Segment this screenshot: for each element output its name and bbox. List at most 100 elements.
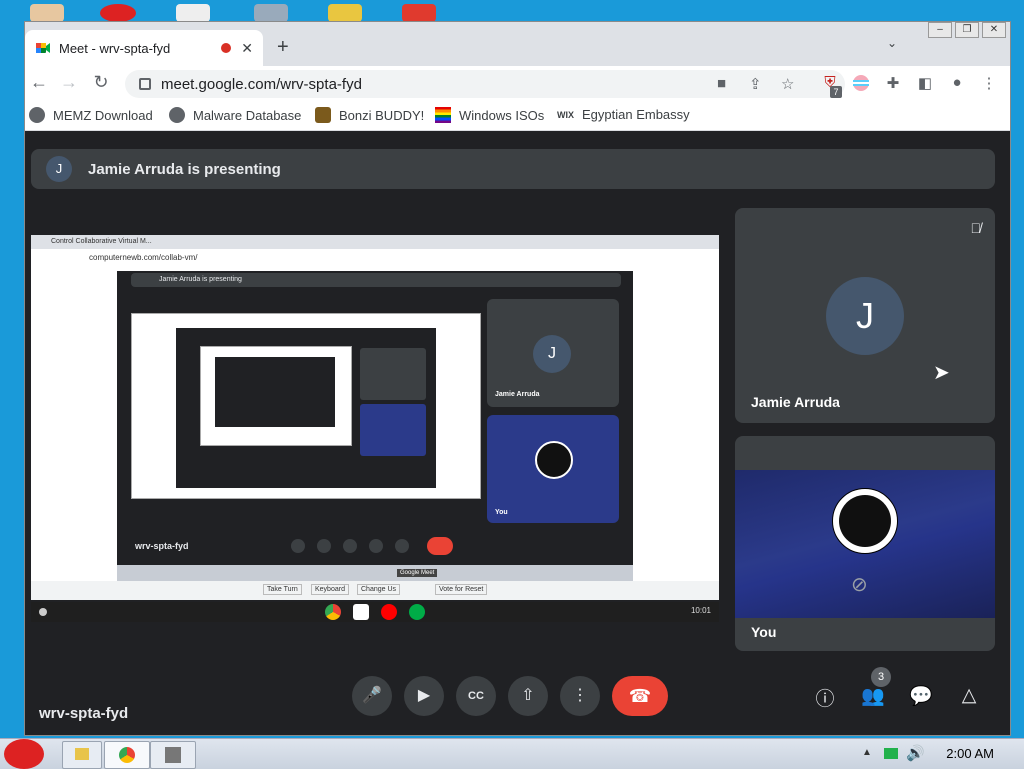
url-text[interactable]: meet.google.com/wrv-spta-fyd	[161, 76, 362, 93]
tile-jamie-arruda[interactable]: 🎙̸ J Jamie Arruda ➤	[735, 208, 995, 423]
nested-screen-1	[131, 313, 481, 499]
taskbar-clock[interactable]: 2:00 AM	[946, 746, 994, 761]
shared-meet-view: Jamie Arruda is presenting J Jamie Arrud…	[117, 271, 633, 581]
youtube-icon	[381, 604, 397, 620]
desktop-icon[interactable]	[30, 4, 64, 22]
chrome-icon	[325, 604, 341, 620]
app-icon	[165, 747, 181, 763]
meeting-info-icon[interactable]: ⓘ	[813, 684, 837, 711]
pride-extension-icon[interactable]	[851, 74, 871, 94]
extensions-puzzle-icon[interactable]: ✚	[883, 74, 903, 94]
address-bar[interactable]: meet.google.com/wrv-spta-fyd ■ ⇪ ☆	[125, 70, 845, 98]
shared-tooltip: Google Meet	[397, 569, 438, 577]
side-panel-icon[interactable]: ◧	[915, 74, 935, 94]
bookmark-label: Egyptian Embassy	[582, 107, 690, 122]
browser-window: Meet - wrv-spta-fyd ✕ + ⌄ – ❐ ✕ ← → ↻ me…	[24, 21, 1011, 736]
tab-title: Meet - wrv-spta-fyd	[59, 40, 171, 56]
people-icon[interactable]: 👥	[861, 684, 885, 708]
tab-meet[interactable]: Meet - wrv-spta-fyd ✕	[25, 30, 263, 66]
minimize-button[interactable]: –	[928, 22, 952, 38]
activities-icon[interactable]: △	[957, 684, 981, 707]
end-call-button[interactable]: ☎	[612, 676, 668, 716]
camera-in-use-icon[interactable]: ■	[717, 75, 726, 92]
taskbar-folder-button[interactable]	[62, 741, 102, 769]
shared-camera-icon	[317, 539, 331, 553]
shared-button: Vote for Reset	[435, 584, 488, 595]
start-bird-icon[interactable]	[4, 739, 44, 769]
bookmark-star-icon[interactable]: ☆	[781, 75, 794, 93]
presenting-text: Jamie Arruda is presenting	[88, 160, 281, 178]
bookmark-label: Bonzi BUDDY!	[339, 107, 425, 123]
bookmark-malware-db[interactable]: Malware Database	[169, 107, 301, 123]
bookmark-label: Malware Database	[193, 107, 302, 123]
shared-bottom-bar: Take Turn Keyboard Change Us Vote for Re…	[31, 569, 719, 600]
maximize-button[interactable]: ❐	[955, 22, 979, 38]
shared-button: Change Us	[357, 584, 401, 595]
desktop-icon[interactable]	[176, 4, 210, 22]
show-hidden-icons-chevron-icon[interactable]: ▲	[862, 747, 872, 758]
more-options-button[interactable]: ⋮	[560, 676, 600, 716]
tile-you[interactable]: ⊘ You	[735, 436, 995, 651]
tab-strip: Meet - wrv-spta-fyd ✕ + ⌄ – ❐ ✕	[25, 22, 1010, 66]
participant-name: You	[751, 624, 777, 640]
shared-url: computernewb.com/collab-vm/	[31, 249, 719, 267]
shared-tile-jamie: J Jamie Arruda	[487, 299, 619, 407]
taskbar-chrome-button[interactable]	[104, 741, 150, 769]
chat-icon[interactable]: 💬	[909, 684, 933, 708]
tab-search-chevron-icon[interactable]: ⌄	[887, 36, 897, 50]
close-window-button[interactable]: ✕	[982, 22, 1006, 38]
shared-meeting-code: wrv-spta-fyd	[135, 541, 189, 551]
bookmark-windows-isos[interactable]: Windows ISOs	[435, 107, 544, 123]
globe-icon	[169, 107, 185, 123]
meet-app-icon	[409, 604, 425, 620]
close-tab-icon[interactable]: ✕	[241, 40, 253, 57]
participant-avatar: J	[826, 277, 904, 355]
volume-icon[interactable]: 🔊	[906, 744, 925, 762]
shared-mic-icon	[291, 539, 305, 553]
meet-stage: J Jamie Arruda is presenting Control Col…	[25, 131, 1010, 735]
forward-arrow-icon[interactable]: →	[57, 72, 81, 93]
taskbar-app-button[interactable]	[150, 741, 196, 769]
shared-shelf: 10:01	[31, 602, 719, 622]
shared-avatar: J	[533, 335, 571, 373]
lock-icon[interactable]	[139, 78, 151, 90]
browser-menu-icon[interactable]: ⋮	[979, 74, 999, 94]
shared-clock: 10:01	[690, 606, 711, 615]
meeting-code: wrv-spta-fyd	[39, 705, 129, 722]
obs-logo-icon	[535, 441, 573, 479]
bookmark-memz[interactable]: MEMZ Download	[29, 107, 153, 123]
profile-avatar-icon[interactable]: ●	[947, 74, 967, 94]
present-screen-button[interactable]: ⇧	[508, 676, 548, 716]
bookmark-label: Windows ISOs	[459, 107, 545, 123]
battery-icon[interactable]	[884, 748, 898, 759]
recording-indicator-icon	[221, 43, 232, 53]
shared-screen[interactable]: Control Collaborative Virtual M... compu…	[31, 235, 719, 600]
desktop-icon[interactable]	[328, 4, 362, 22]
shared-present-icon	[369, 539, 383, 553]
desktop-background	[0, 0, 1024, 22]
people-count-badge: 3	[871, 667, 891, 687]
bonzi-icon	[315, 107, 331, 123]
bookmark-egyptian-embassy[interactable]: WIX Egyptian Embassy	[557, 107, 690, 122]
nested-meet-2	[176, 328, 436, 488]
bookmark-bonzi[interactable]: Bonzi BUDDY!	[315, 107, 424, 123]
reload-icon[interactable]: ↻	[89, 72, 113, 93]
launcher-icon	[39, 608, 47, 616]
shared-tile-name: Jamie Arruda	[495, 391, 540, 398]
back-arrow-icon[interactable]: ←	[27, 72, 51, 93]
meet-favicon-icon	[36, 43, 50, 53]
desktop-icon[interactable]	[254, 4, 288, 22]
captions-button[interactable]: CC	[456, 676, 496, 716]
share-icon[interactable]: ⇪	[749, 75, 762, 93]
microphone-button[interactable]: 🎤	[352, 676, 392, 716]
nested-tile-you	[360, 404, 426, 456]
mouse-cursor-icon: ➤	[933, 362, 950, 384]
participant-name: Jamie Arruda	[751, 394, 840, 410]
desktop-icon[interactable]	[100, 4, 136, 22]
mic-off-icon: 🎙̸	[970, 220, 982, 236]
camera-button[interactable]: ▶	[404, 676, 444, 716]
desktop-icon[interactable]	[402, 4, 436, 22]
new-tab-button[interactable]: +	[277, 36, 289, 59]
bookmarks-bar: MEMZ Download Malware Database Bonzi BUD…	[25, 102, 1010, 131]
shared-you-label: You	[495, 509, 508, 516]
